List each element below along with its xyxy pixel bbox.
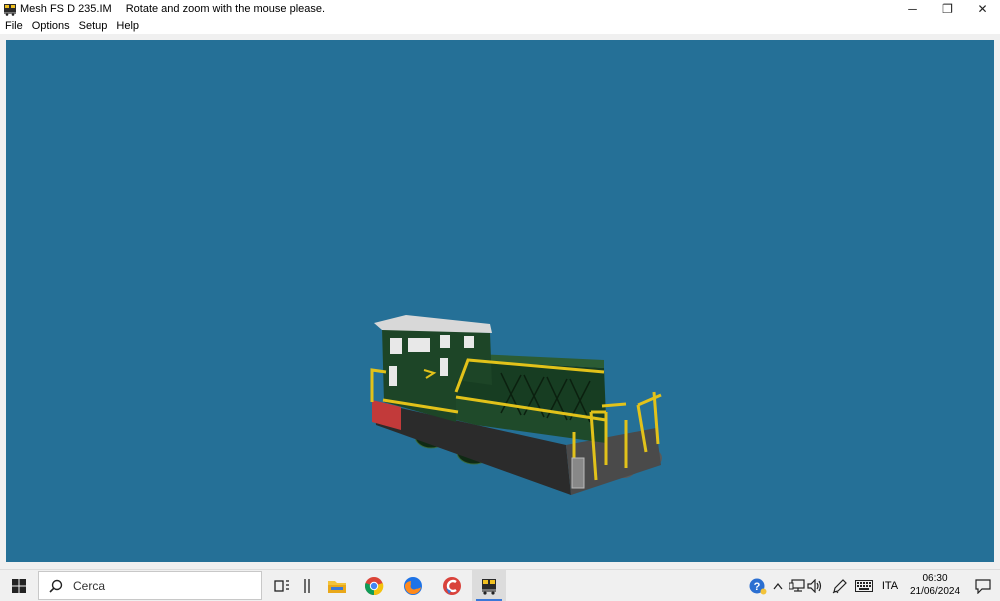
network-button[interactable] bbox=[788, 570, 806, 601]
close-icon: ✕ bbox=[977, 2, 988, 16]
cab-window-5 bbox=[389, 366, 397, 386]
restore-icon: ❐ bbox=[942, 2, 953, 16]
help-icon: ? bbox=[749, 578, 767, 594]
3d-viewport[interactable] bbox=[6, 40, 994, 562]
front-step bbox=[571, 457, 585, 489]
locomotive-app-icon bbox=[482, 578, 496, 595]
widgets-button[interactable] bbox=[290, 570, 324, 601]
keyboard-icon bbox=[855, 579, 873, 592]
window-controls: ─ ❐ ✕ bbox=[895, 0, 1000, 18]
chrome-button[interactable] bbox=[357, 570, 391, 601]
widgets-icon bbox=[304, 578, 310, 593]
title-bar: Mesh FS D 235.IM Rotate and zoom with th… bbox=[0, 0, 1000, 18]
chrome-icon bbox=[364, 576, 384, 595]
volume-button[interactable] bbox=[806, 570, 824, 601]
pen-icon bbox=[832, 578, 847, 593]
firefox-button[interactable] bbox=[396, 570, 430, 601]
language-label: ITA bbox=[881, 579, 899, 592]
ccleaner-button[interactable] bbox=[435, 570, 469, 601]
file-explorer-button[interactable] bbox=[320, 570, 354, 601]
minimize-icon: ─ bbox=[908, 2, 917, 16]
menu-setup[interactable]: Setup bbox=[74, 20, 112, 32]
locomotive-icon bbox=[4, 4, 16, 16]
menu-options[interactable]: Options bbox=[27, 20, 74, 32]
firefox-icon bbox=[404, 576, 422, 595]
notification-icon bbox=[975, 579, 991, 594]
taskbar: ? ITA bbox=[0, 569, 1000, 601]
clock-button[interactable]: 06:30 21/06/2024 bbox=[904, 572, 966, 598]
notification-center-button[interactable] bbox=[972, 575, 994, 597]
minimize-button[interactable]: ─ bbox=[895, 0, 930, 18]
menu-help[interactable]: Help bbox=[111, 20, 143, 32]
touch-keyboard-button[interactable] bbox=[852, 570, 876, 601]
clock-time: 06:30 bbox=[922, 573, 948, 584]
search-icon bbox=[49, 579, 63, 593]
show-hidden-icons-button[interactable] bbox=[770, 570, 786, 601]
help-tray-button[interactable]: ? bbox=[748, 570, 768, 601]
window-hint: Rotate and zoom with the mouse please. bbox=[125, 3, 326, 15]
menu-bar: File Options Setup Help bbox=[0, 18, 1000, 34]
close-button[interactable]: ✕ bbox=[965, 0, 1000, 18]
clock-date: 21/06/2024 bbox=[909, 586, 961, 597]
locomotive-app-button[interactable] bbox=[472, 570, 506, 601]
restore-button[interactable]: ❐ bbox=[930, 0, 965, 18]
language-button[interactable]: ITA bbox=[879, 570, 901, 601]
chevron-up-icon bbox=[773, 582, 783, 589]
cab-window-6 bbox=[440, 358, 448, 376]
task-view-icon bbox=[274, 579, 289, 592]
network-icon bbox=[789, 578, 805, 592]
svg-text:?: ? bbox=[754, 581, 761, 593]
windows-logo-icon bbox=[12, 578, 26, 593]
cab-window-2 bbox=[408, 338, 430, 352]
cab-window-4 bbox=[464, 336, 474, 348]
ccleaner-icon bbox=[443, 576, 461, 595]
volume-icon bbox=[807, 578, 822, 593]
cab-window-3 bbox=[440, 335, 450, 348]
cab-window-1 bbox=[390, 338, 402, 354]
pen-button[interactable] bbox=[830, 570, 850, 601]
start-button[interactable] bbox=[0, 570, 38, 601]
search-input[interactable] bbox=[71, 577, 225, 594]
menu-file[interactable]: File bbox=[0, 20, 27, 32]
window-title: Mesh FS D 235.IM bbox=[20, 3, 112, 15]
file-explorer-icon bbox=[328, 580, 346, 593]
locomotive-model[interactable] bbox=[6, 40, 994, 562]
search-box[interactable] bbox=[38, 571, 262, 600]
